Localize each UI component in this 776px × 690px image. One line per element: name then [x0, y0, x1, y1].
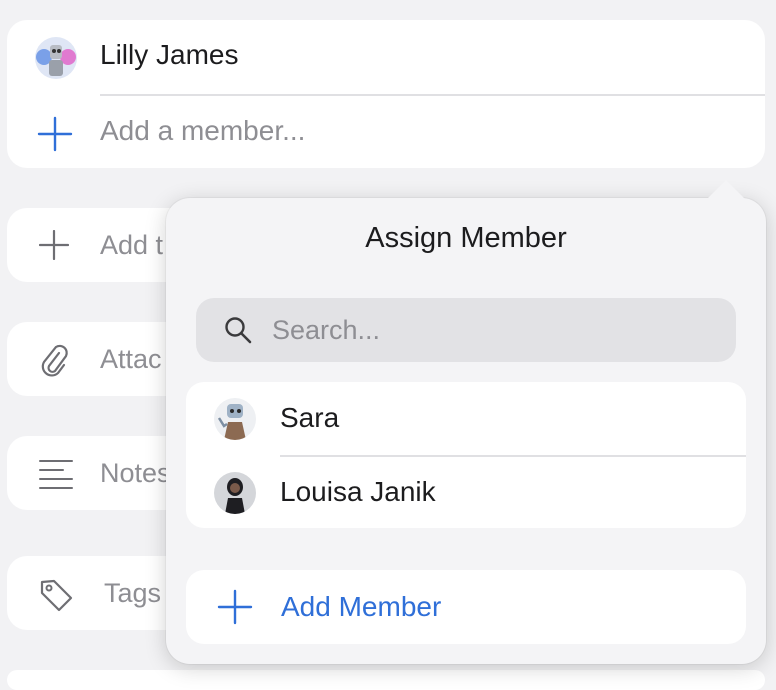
member-name: Lilly James — [100, 39, 239, 70]
next-row-edge — [7, 670, 765, 690]
notes-icon — [39, 458, 73, 489]
search-field[interactable] — [196, 298, 736, 362]
add-member-input[interactable]: Add a member... — [100, 115, 305, 147]
assign-member-popover: Assign Member Sara — [166, 180, 766, 664]
sara-avatar — [214, 398, 256, 440]
search-icon — [224, 316, 252, 344]
divider — [100, 94, 765, 96]
row-label: Tags — [104, 578, 162, 608]
plus-icon — [38, 229, 70, 261]
list-item[interactable]: Sara — [186, 382, 746, 455]
add-member-label: Add Member — [281, 591, 442, 622]
tag-icon — [39, 578, 73, 612]
member-name: Louisa Janik — [280, 476, 436, 507]
plus-icon[interactable] — [37, 116, 73, 152]
popover-title: Assign Member — [365, 222, 567, 254]
member-name: Sara — [280, 402, 340, 433]
popover-arrow — [706, 180, 746, 200]
row-label: Attac — [100, 344, 162, 374]
row-label: Add t — [100, 230, 164, 260]
member-list: Sara Louisa Janik — [186, 382, 746, 528]
list-item[interactable]: Louisa Janik — [186, 456, 746, 529]
louisa-janik-avatar — [214, 472, 256, 514]
lilly-james-avatar — [35, 37, 77, 79]
search-input[interactable] — [272, 298, 712, 362]
row-label: Notes — [100, 458, 171, 488]
add-member-button[interactable]: Add Member — [186, 570, 746, 644]
members-card: Lilly James Add a member... — [7, 20, 765, 168]
plus-icon — [217, 589, 253, 625]
paperclip-icon — [39, 344, 69, 377]
